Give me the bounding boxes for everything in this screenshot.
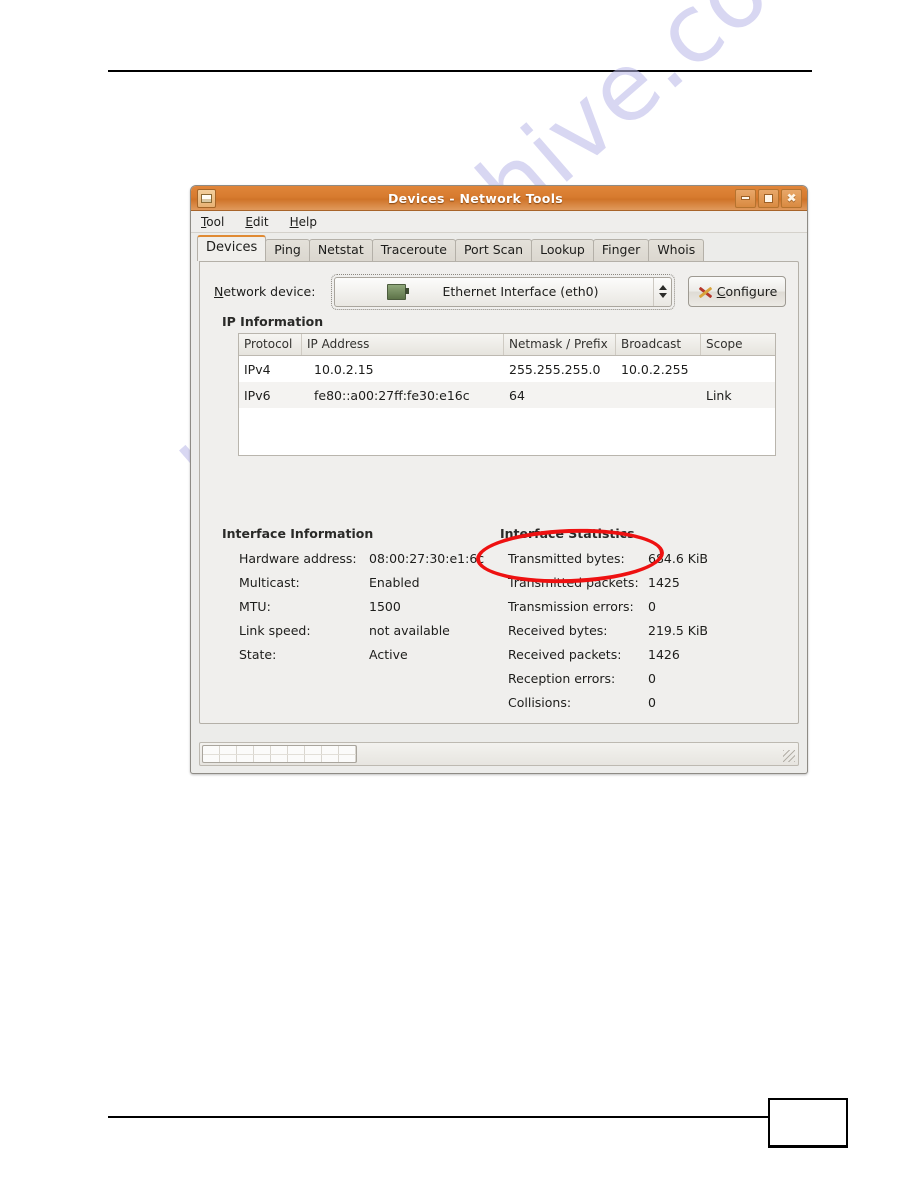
list-item: Collisions: 0 — [500, 691, 790, 715]
list-item: Transmission errors: 0 — [500, 595, 790, 619]
list-item: Reception errors: 0 — [500, 667, 790, 691]
tab-finger[interactable]: Finger — [592, 239, 650, 261]
menu-tool[interactable]: Tool — [199, 214, 226, 230]
column-header-protocol[interactable]: Protocol — [239, 334, 302, 355]
menu-edit-label: dit — [252, 214, 269, 229]
interface-statistics-block: Interface Statistics Transmitted bytes: … — [500, 526, 790, 715]
menubar: Tool Edit Help — [191, 211, 807, 233]
window-title: Devices - Network Tools — [387, 190, 564, 206]
ip-information-title: IP Information — [222, 314, 324, 329]
received-packets-value: 1426 — [648, 647, 680, 662]
received-packets-label: Received packets: — [508, 647, 622, 662]
cell-broadcast: 10.0.2.255 — [621, 361, 689, 377]
page-footer-rule — [108, 1116, 768, 1118]
network-device-label: Network device: — [214, 284, 316, 299]
configure-button-label: Configure — [716, 284, 778, 299]
minimize-icon[interactable] — [735, 188, 756, 208]
tab-lookup[interactable]: Lookup — [531, 239, 594, 261]
page-number-box — [768, 1098, 848, 1148]
ip-information-table: Protocol IP Address Netmask / Prefix Bro… — [238, 333, 776, 456]
column-header-scope[interactable]: Scope — [701, 334, 775, 355]
column-header-broadcast[interactable]: Broadcast — [616, 334, 701, 355]
network-tools-window: Devices - Network Tools ✖ Tool Edit Help… — [190, 185, 808, 774]
received-bytes-label: Received bytes: — [508, 623, 608, 638]
list-item: State: Active — [222, 643, 492, 667]
transmission-errors-value: 0 — [648, 599, 656, 614]
configure-button[interactable]: Configure — [688, 276, 786, 307]
tab-devices[interactable]: Devices — [197, 235, 267, 261]
list-item: Multicast: Enabled — [222, 571, 492, 595]
ethernet-card-icon — [387, 283, 409, 300]
statusbar — [199, 742, 799, 766]
table-empty-area — [239, 408, 775, 453]
transmitted-packets-label: Transmitted packets: — [508, 575, 639, 590]
hardware-address-value: 08:00:27:30:e1:6c — [369, 551, 485, 566]
state-label: State: — [239, 647, 277, 662]
chevron-updown-icon[interactable] — [653, 277, 671, 306]
list-item: Transmitted bytes: 684.6 KiB — [500, 547, 790, 571]
devices-tab-panel: Network device: Ethernet Interface (eth0… — [199, 261, 799, 724]
cell-protocol: IPv6 — [244, 387, 271, 403]
tab-traceroute[interactable]: Traceroute — [371, 239, 456, 261]
interface-information-block: Interface Information Hardware address: … — [222, 526, 492, 667]
tab-port-scan[interactable]: Port Scan — [454, 239, 533, 261]
multicast-label: Multicast: — [239, 575, 300, 590]
table-header-row: Protocol IP Address Netmask / Prefix Bro… — [239, 334, 775, 356]
received-bytes-value: 219.5 KiB — [648, 623, 709, 638]
list-item: Hardware address: 08:00:27:30:e1:6c — [222, 547, 492, 571]
segmented-progress — [202, 745, 357, 763]
network-device-row: Network device: Ethernet Interface (eth0… — [200, 262, 798, 310]
list-item: Received packets: 1426 — [500, 643, 790, 667]
menu-help-label: elp — [298, 214, 317, 229]
link-speed-value: not available — [369, 623, 450, 638]
list-item: Received bytes: 219.5 KiB — [500, 619, 790, 643]
cell-netmask: 255.255.255.0 — [509, 361, 601, 377]
list-item: MTU: 1500 — [222, 595, 492, 619]
menu-help[interactable]: Help — [288, 214, 319, 230]
menu-tool-label: ool — [206, 214, 225, 229]
interface-information-title: Interface Information — [222, 526, 374, 541]
multicast-value: Enabled — [369, 575, 420, 590]
mtu-value: 1500 — [369, 599, 401, 614]
tab-whois[interactable]: Whois — [648, 239, 705, 261]
tools-icon — [697, 284, 713, 300]
maximize-icon[interactable] — [758, 188, 779, 208]
transmitted-packets-value: 1425 — [648, 575, 680, 590]
collisions-value: 0 — [648, 695, 656, 710]
cell-protocol: IPv4 — [244, 361, 271, 377]
transmission-errors-label: Transmission errors: — [508, 599, 634, 614]
network-device-value: Ethernet Interface (eth0) — [442, 284, 599, 299]
hardware-address-label: Hardware address: — [239, 551, 357, 566]
reception-errors-value: 0 — [648, 671, 656, 686]
link-speed-label: Link speed: — [239, 623, 311, 638]
collisions-label: Collisions: — [508, 695, 572, 710]
menu-edit[interactable]: Edit — [243, 214, 270, 230]
cell-scope: Link — [706, 387, 732, 403]
interface-statistics-title: Interface Statistics — [500, 526, 635, 541]
page-header-rule — [108, 70, 812, 72]
list-item: Transmitted packets: 1425 — [500, 571, 790, 595]
resize-grip[interactable] — [783, 750, 795, 762]
close-icon[interactable]: ✖ — [781, 188, 802, 208]
column-header-netmask[interactable]: Netmask / Prefix — [504, 334, 616, 355]
cell-ip-address: fe80::a00:27ff:fe30:e16c — [314, 387, 470, 403]
tab-ping[interactable]: Ping — [265, 239, 310, 261]
window-titlebar: Devices - Network Tools ✖ — [191, 186, 807, 211]
tabstrip: Devices Ping Netstat Traceroute Port Sca… — [191, 233, 807, 261]
window-controls: ✖ — [735, 188, 802, 208]
list-item: Link speed: not available — [222, 619, 492, 643]
tab-netstat[interactable]: Netstat — [308, 239, 373, 261]
table-row[interactable]: IPv6 fe80::a00:27ff:fe30:e16c 64 Link — [239, 382, 775, 408]
table-row[interactable]: IPv4 10.0.2.15 255.255.255.0 10.0.2.255 — [239, 356, 775, 382]
reception-errors-label: Reception errors: — [508, 671, 616, 686]
cell-ip-address: 10.0.2.15 — [314, 361, 374, 377]
cell-netmask: 64 — [509, 387, 525, 403]
column-header-ip-address[interactable]: IP Address — [302, 334, 504, 355]
state-value: Active — [369, 647, 408, 662]
transmitted-bytes-value: 684.6 KiB — [648, 551, 709, 566]
transmitted-bytes-label: Transmitted bytes: — [508, 551, 625, 566]
monitor-icon — [197, 188, 216, 208]
network-device-select[interactable]: Ethernet Interface (eth0) — [331, 273, 675, 310]
mtu-label: MTU: — [239, 599, 271, 614]
